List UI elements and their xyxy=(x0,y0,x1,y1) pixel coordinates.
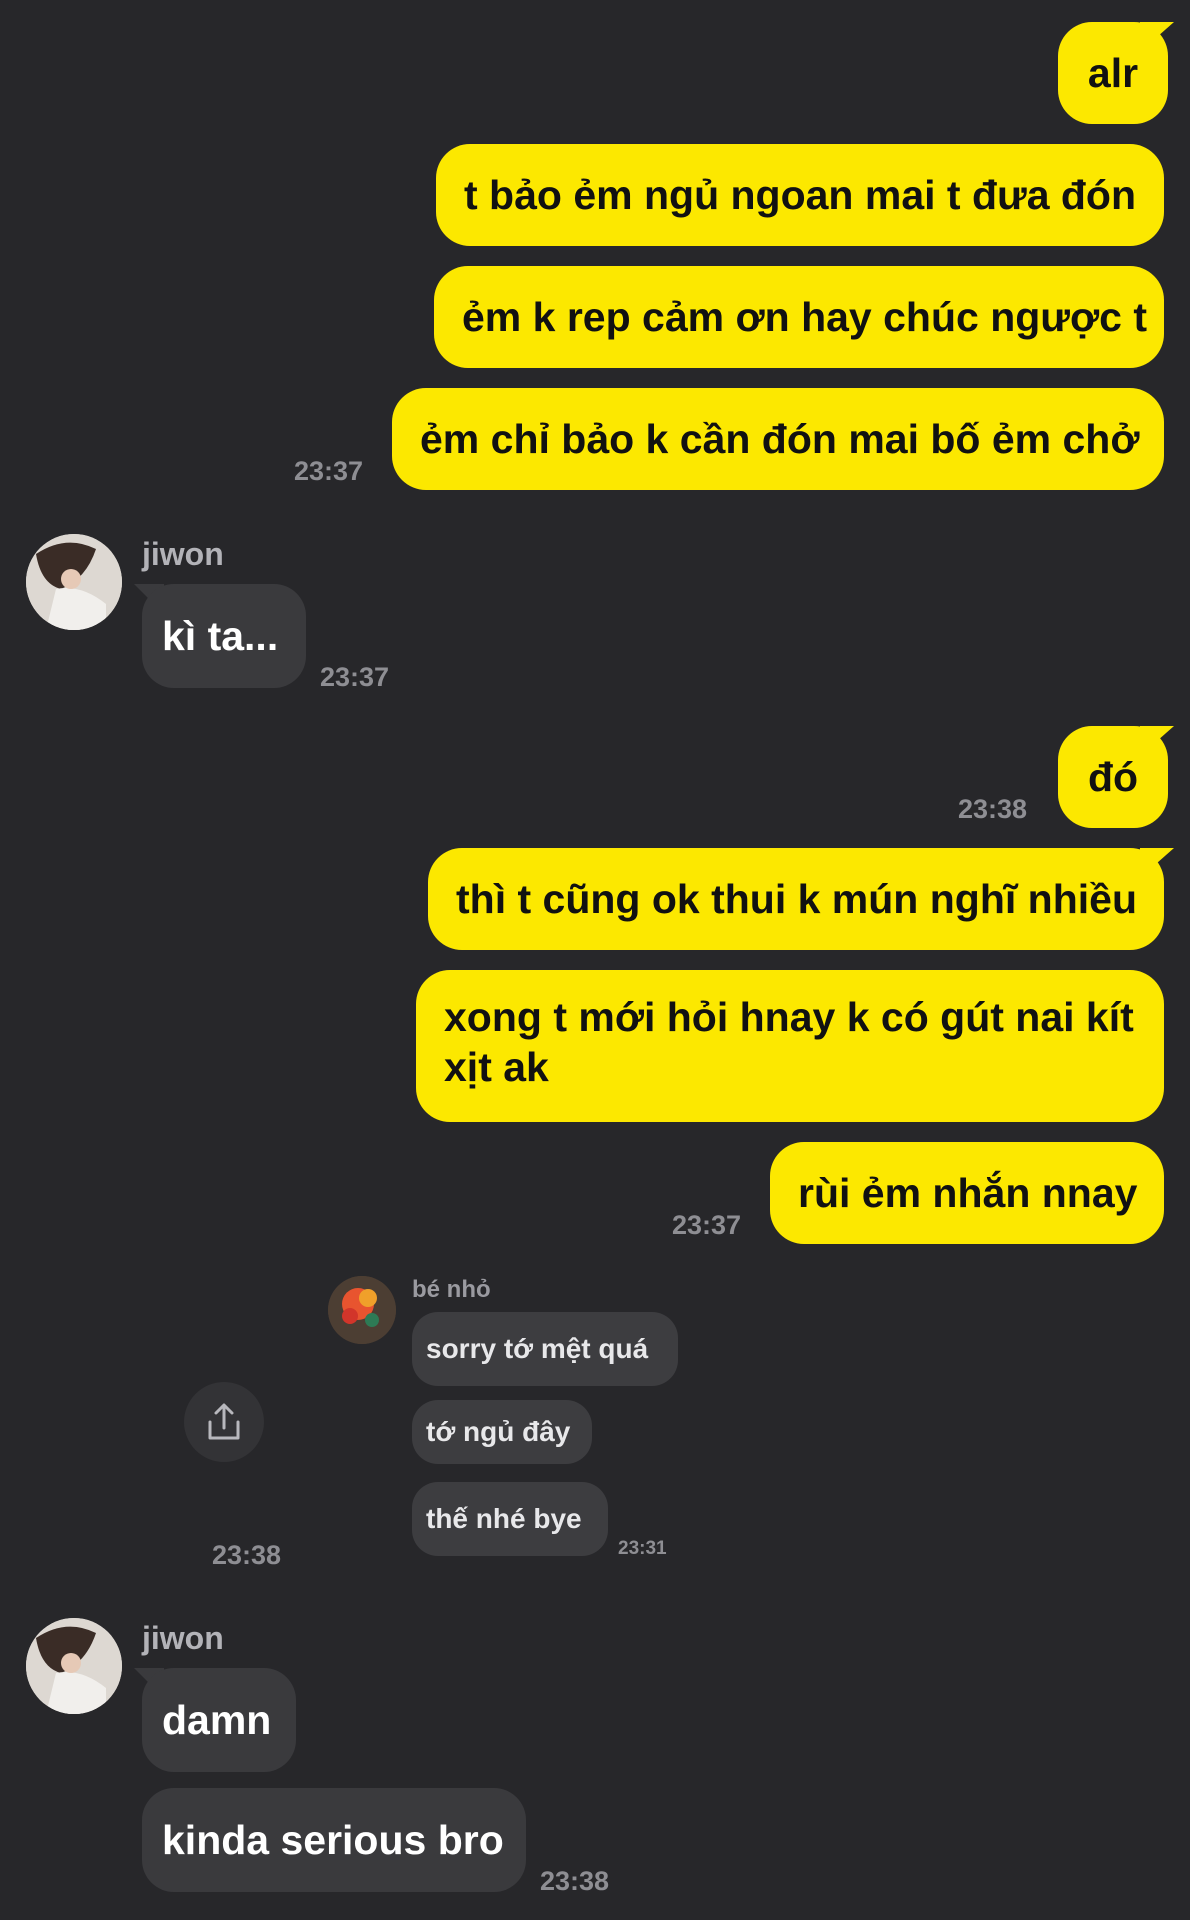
forwarded-message-text: thế nhé bye xyxy=(426,1503,582,1534)
message-bubble-sent[interactable]: thì t cũng ok thui k mún nghĩ nhiều xyxy=(428,848,1164,950)
message-text: alr xyxy=(1087,49,1139,96)
avatar[interactable] xyxy=(26,1618,122,1714)
message-text: ẻm chỉ bảo k cần đón mai bố ẻm chở xyxy=(420,415,1140,462)
forwarded-timestamp: 23:31 xyxy=(618,1538,667,1559)
message-timestamp: 23:38 xyxy=(212,1540,282,1570)
message-text: xong t mới hỏi hnay k có gút nai kít xịt… xyxy=(444,994,1134,1090)
message-timestamp: 23:38 xyxy=(958,794,1028,824)
avatar xyxy=(328,1276,396,1344)
avatar-photo-icon xyxy=(328,1276,396,1344)
message-bubble-received[interactable]: kinda serious bro xyxy=(142,1788,526,1892)
forwarded-sender-name: bé nhỏ xyxy=(412,1276,491,1303)
message-text: thì t cũng ok thui k mún nghĩ nhiều xyxy=(456,875,1137,922)
forwarded-image[interactable]: bé nhỏ sorry tớ mệt quá tớ ngủ đây thế n… xyxy=(320,1268,690,1568)
message-bubble-sent[interactable]: ẻm k rep cảm ơn hay chúc ngược t xyxy=(434,266,1164,368)
share-icon xyxy=(208,1403,240,1440)
share-button[interactable] xyxy=(184,1382,264,1462)
message-timestamp: 23:37 xyxy=(672,1210,742,1240)
message-timestamp: 23:37 xyxy=(320,662,390,692)
message-text: damn xyxy=(162,1696,272,1743)
message-text: ẻm k rep cảm ơn hay chúc ngược t xyxy=(462,293,1147,340)
message-bubble-received[interactable]: damn xyxy=(142,1668,296,1772)
message-bubble-received[interactable]: kì ta... xyxy=(142,584,306,688)
message-bubble-sent[interactable]: ẻm chỉ bảo k cần đón mai bố ẻm chở xyxy=(392,388,1164,490)
message-text: rùi ẻm nhắn nnay xyxy=(798,1169,1138,1216)
avatar-photo-icon xyxy=(26,534,122,630)
message-timestamp: 23:37 xyxy=(294,456,364,486)
sender-name: jiwon xyxy=(142,1620,224,1656)
message-bubble-sent[interactable]: rùi ẻm nhắn nnay xyxy=(770,1142,1164,1244)
forwarded-message: thế nhé bye xyxy=(412,1482,608,1556)
message-bubble-sent[interactable]: t bảo ẻm ngủ ngoan mai t đưa đón xyxy=(436,144,1164,246)
message-text: đó xyxy=(1087,753,1139,800)
message-text: t bảo ẻm ngủ ngoan mai t đưa đón xyxy=(464,171,1137,218)
forwarded-message-text: sorry tớ mệt quá xyxy=(426,1333,649,1364)
avatar[interactable] xyxy=(26,534,122,630)
forwarded-message: tớ ngủ đây xyxy=(412,1400,592,1464)
avatar-photo-icon xyxy=(26,1618,122,1714)
forwarded-message: sorry tớ mệt quá xyxy=(412,1312,678,1386)
message-bubble-sent[interactable]: xong t mới hỏi hnay k có gút nai kít xịt… xyxy=(416,970,1164,1122)
message-timestamp: 23:38 xyxy=(540,1866,610,1896)
message-text: kinda serious bro xyxy=(162,1816,504,1863)
message-text: kì ta... xyxy=(162,612,279,659)
sender-name: jiwon xyxy=(142,536,224,572)
forwarded-message-text: tớ ngủ đây xyxy=(426,1416,571,1447)
